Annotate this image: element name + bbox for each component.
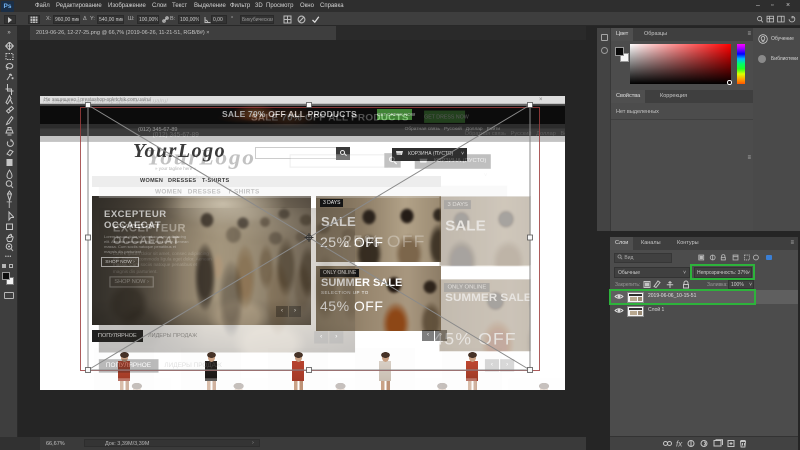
- svg-text:T: T: [7, 200, 13, 210]
- svg-text:fx: fx: [676, 440, 683, 449]
